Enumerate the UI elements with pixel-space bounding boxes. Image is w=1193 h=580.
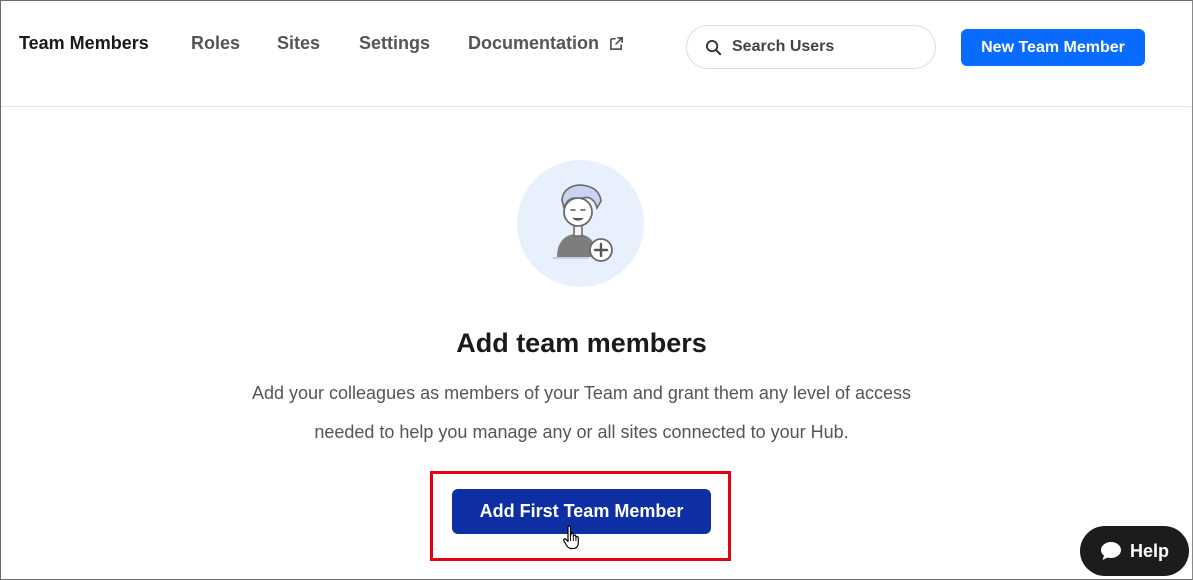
search-input[interactable] [732, 38, 922, 56]
add-user-avatar-icon [553, 184, 613, 262]
tab-sites[interactable]: Sites [277, 33, 320, 54]
empty-state-description-line-2: needed to help you manage any or all sit… [314, 422, 849, 442]
empty-state-description-line-1: Add your colleagues as members of your T… [251, 383, 911, 403]
empty-state-illustration [517, 160, 644, 287]
search-icon [705, 39, 722, 55]
external-link-icon [610, 37, 623, 50]
documentation-label: Documentation [468, 33, 600, 53]
help-chat-button[interactable]: Help [1080, 526, 1189, 576]
chat-bubble-icon [1100, 542, 1121, 560]
empty-state-title: Add team members [456, 328, 707, 358]
tab-team-members[interactable]: Team Members [19, 33, 149, 54]
hand-pointer-cursor-icon [563, 525, 579, 550]
tab-settings[interactable]: Settings [359, 33, 430, 54]
tab-documentation[interactable]: Documentation [468, 33, 624, 54]
tab-roles[interactable]: Roles [191, 33, 240, 54]
search-field[interactable] [686, 25, 936, 69]
help-label: Help [1129, 540, 1169, 561]
new-team-member-button[interactable]: New Team Member [961, 29, 1145, 66]
top-navigation-bar: Team Members Roles Sites Settings Docume… [1, 1, 1191, 107]
